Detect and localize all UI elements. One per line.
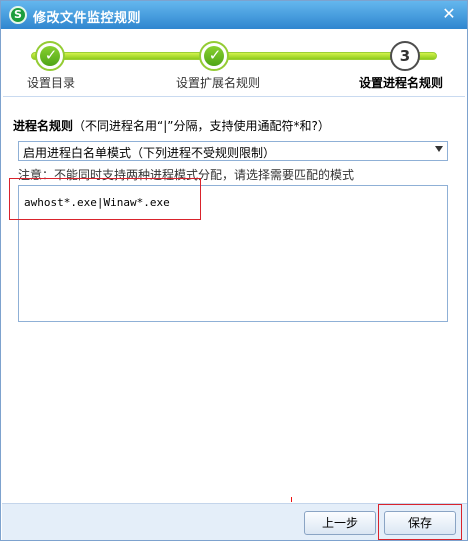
step-2-label: 设置扩展名规则 bbox=[176, 76, 261, 90]
close-icon[interactable]: ✕ bbox=[439, 4, 459, 24]
save-annotation-box bbox=[378, 504, 462, 540]
progress-track bbox=[31, 52, 437, 60]
rule-heading: 进程名规则（不同进程名用“|”分隔，支持使用通配符*和?） bbox=[13, 117, 330, 134]
step-3-label: 设置进程名规则 bbox=[359, 76, 444, 90]
mode-select-value: 启用进程白名单模式（下列进程不受规则限制） bbox=[23, 146, 276, 160]
divider bbox=[3, 96, 465, 97]
annotation-mark bbox=[291, 497, 292, 502]
previous-step-button[interactable]: 上一步 bbox=[304, 511, 376, 535]
dialog-title: 修改文件监控规则 bbox=[33, 11, 142, 26]
check-icon: ✓ bbox=[208, 46, 222, 64]
mode-select[interactable]: 启用进程白名单模式（下列进程不受规则限制） bbox=[18, 141, 448, 161]
app-logo-icon: S bbox=[9, 6, 27, 24]
title-bar: S 修改文件监控规则 ✕ bbox=[1, 1, 467, 29]
step-3-number: 3 bbox=[399, 47, 411, 65]
step-2-check-icon: ✓ bbox=[199, 41, 229, 71]
rule-hint: （不同进程名用“|”分隔，支持使用通配符*和?） bbox=[73, 119, 330, 133]
check-icon: ✓ bbox=[44, 46, 58, 64]
step-1-check-icon: ✓ bbox=[35, 41, 65, 71]
dialog-window: S 修改文件监控规则 ✕ ✓ ✓ 3 设置目录 设置扩展名规则 设置进程名规则 … bbox=[0, 0, 468, 541]
step-3-indicator: 3 bbox=[390, 41, 420, 71]
annotation-box bbox=[9, 178, 201, 220]
rule-title: 进程名规则 bbox=[13, 119, 74, 133]
chevron-down-icon[interactable] bbox=[435, 146, 443, 152]
step-1-label: 设置目录 bbox=[27, 76, 76, 90]
stepper: ✓ ✓ 3 设置目录 设置扩展名规则 设置进程名规则 bbox=[1, 29, 467, 95]
